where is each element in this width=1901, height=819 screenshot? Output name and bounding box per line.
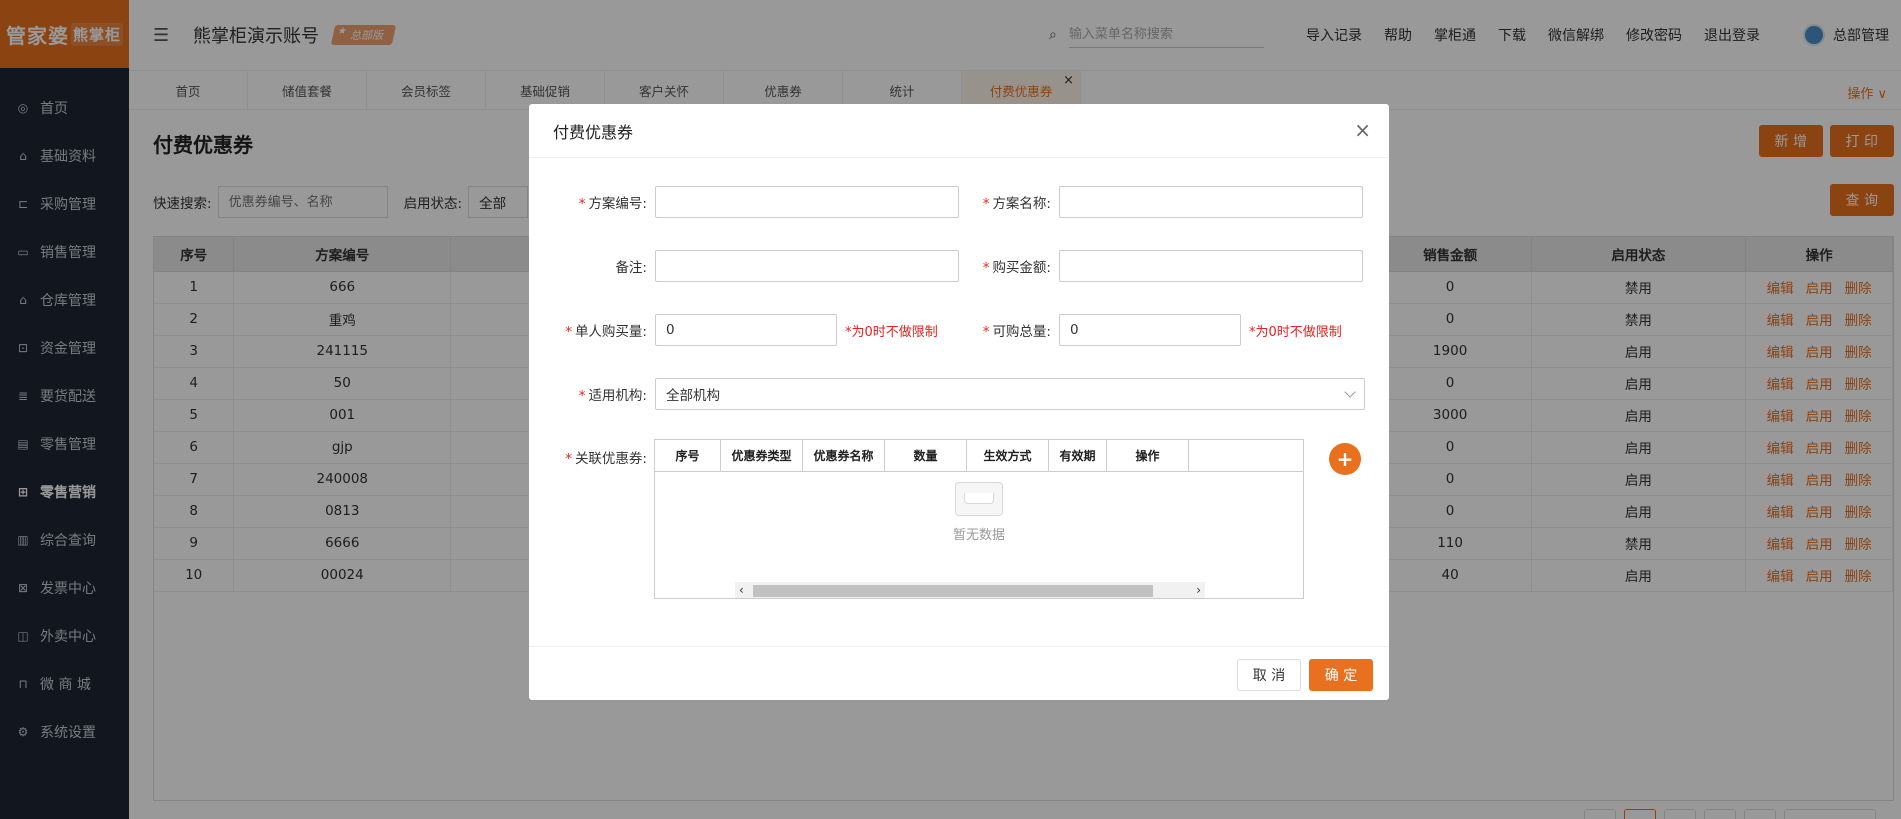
scroll-right-icon[interactable]: ›: [1196, 583, 1201, 597]
code-label: * 方案编号:: [578, 196, 647, 212]
related-header-cell: 序号: [655, 440, 721, 471]
confirm-button[interactable]: 确 定: [1309, 659, 1373, 691]
per-limit-row: *单人购买量: *为0时不做限制: [553, 314, 938, 346]
close-icon[interactable]: ×: [1354, 118, 1371, 142]
related-header-cell: 生效方式: [967, 440, 1049, 471]
empty-box-icon: [955, 482, 1003, 516]
total-limit-label: * 可购总量:: [982, 324, 1051, 340]
related-row: * 关联优惠券:: [553, 447, 647, 467]
cancel-button[interactable]: 取 消: [1237, 659, 1301, 691]
related-label: * 关联优惠券:: [565, 451, 647, 467]
price-input[interactable]: [1059, 250, 1363, 282]
empty-text: 暂无数据: [952, 528, 1005, 543]
related-coupon-table: 序号 优惠券类型 优惠券名称 数量 生效方式 有效期 操作 暂无数据 ‹ ›: [654, 439, 1304, 599]
remark-input[interactable]: [655, 250, 959, 282]
org-select-value: 全部机构: [666, 388, 720, 404]
price-label: * 购买金额:: [982, 260, 1051, 276]
related-table-header: 序号 优惠券类型 优惠券名称 数量 生效方式 有效期 操作: [655, 440, 1303, 472]
related-header-cell: 数量: [885, 440, 967, 471]
total-limit-hint: *为0时不做限制: [1249, 324, 1342, 340]
related-header-cell: 优惠券名称: [803, 440, 885, 471]
org-label: * 适用机构:: [578, 388, 647, 404]
total-limit-row: *可购总量: *为0时不做限制: [959, 314, 1342, 346]
per-limit-input[interactable]: [655, 314, 837, 346]
chevron-down-icon: [1344, 386, 1356, 398]
code-input[interactable]: [655, 186, 959, 218]
org-select[interactable]: 全部机构: [655, 378, 1365, 410]
scroll-left-icon[interactable]: ‹: [739, 583, 744, 597]
code-row: * 方案编号:: [553, 186, 959, 218]
paid-coupon-dialog: 付费优惠券 × * 方案编号: * 方案名称: 备注: * 购买金额: * 单人购买量:…: [529, 104, 1389, 700]
dialog-footer: 取 消 确 定: [529, 646, 1389, 700]
add-coupon-button[interactable]: +: [1329, 443, 1361, 475]
related-header-cell: 有效期: [1049, 440, 1107, 471]
remark-row: 备注:: [553, 250, 959, 282]
related-header-cell: 优惠券类型: [721, 440, 803, 471]
total-limit-input[interactable]: [1059, 314, 1241, 346]
related-header-cell: 操作: [1107, 440, 1189, 471]
price-row: * 购买金额:: [959, 250, 1363, 282]
horizontal-scrollbar[interactable]: ‹ ›: [735, 582, 1205, 598]
name-row: * 方案名称:: [959, 186, 1363, 218]
per-limit-hint: *为0时不做限制: [845, 324, 938, 340]
remark-label: 备注:: [615, 260, 647, 276]
empty-state: 暂无数据: [655, 482, 1303, 543]
dialog-title: 付费优惠券: [529, 104, 1389, 158]
org-row: * 适用机构: 全部机构: [553, 378, 1365, 410]
name-label: * 方案名称:: [982, 196, 1051, 212]
name-input[interactable]: [1059, 186, 1363, 218]
per-limit-label: * 单人购买量:: [565, 324, 647, 340]
scrollbar-thumb[interactable]: [753, 585, 1153, 597]
